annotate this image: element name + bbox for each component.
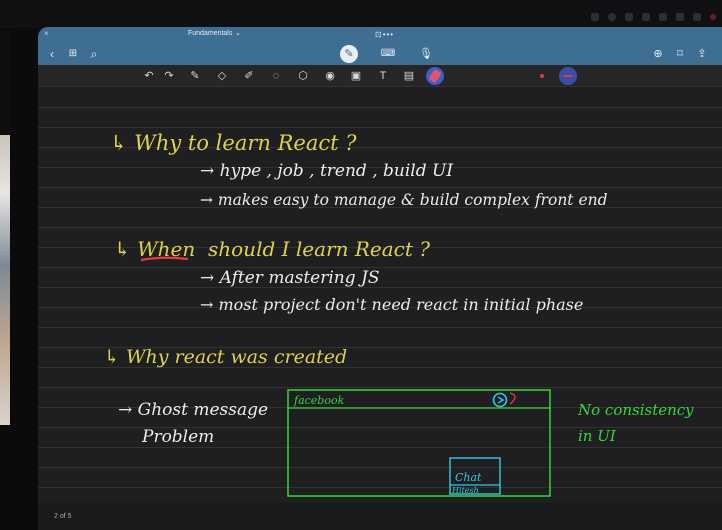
chat-label: Chat [455, 471, 482, 484]
webcam-overlay [0, 135, 10, 425]
window-handle-icon[interactable]: ⊡••• [375, 30, 394, 39]
search-icon[interactable]: ⌕ [86, 46, 102, 62]
cast-icon [642, 13, 650, 21]
undo-icon[interactable]: ↶ [142, 69, 156, 83]
notes-app-window: × Fundamentals ⌄ ⊡••• ‹ ⊞ ⌕ ✎ ⌨ 🎙 ⊕ ⌑ ⇪ … [38, 27, 722, 530]
document-title[interactable]: Fundamentals [188, 30, 232, 37]
side-note-2: in UI [578, 427, 617, 445]
shapes-icon[interactable]: ⬡ [296, 69, 310, 83]
bookmark-icon[interactable]: ⌑ [672, 46, 688, 62]
facebook-box-title: facebook [293, 394, 345, 407]
search-icon [659, 13, 667, 21]
status-icons [591, 13, 716, 21]
focus-icon [608, 13, 616, 21]
color-swatch-red[interactable] [540, 74, 544, 78]
text-icon[interactable]: T [376, 69, 390, 83]
battery-icon [693, 13, 701, 21]
page-indicator[interactable]: 2 of 5 [54, 513, 72, 520]
chat-name: Hitesh [451, 486, 479, 495]
record-icon [710, 14, 716, 20]
image-icon[interactable]: ▣ [349, 69, 363, 83]
note-line-7: ↳ Why react was created [104, 346, 347, 368]
note-line-5: → After mastering JS [200, 268, 379, 288]
keyboard-icon[interactable]: ⌨ [380, 46, 396, 62]
page-bar: 2 of 5 [38, 503, 722, 530]
system-status-bar [0, 0, 722, 28]
background-desktop [0, 30, 10, 135]
note-line-8: → Ghost message [118, 400, 268, 420]
note-canvas[interactable]: ↳ Why to learn React ? → hype , job , tr… [38, 88, 722, 503]
side-note-1: No consistency [577, 401, 694, 419]
close-icon[interactable]: × [44, 29, 49, 38]
add-page-icon[interactable]: ⊕ [650, 46, 666, 62]
highlighter-icon[interactable]: ✐ [242, 69, 256, 83]
laser-icon[interactable]: ◉ [323, 69, 337, 83]
title-bar: × Fundamentals ⌄ ⊡••• [38, 27, 722, 43]
grid-icon[interactable]: ⊞ [65, 46, 81, 62]
wifi-icon [676, 13, 684, 21]
lasso-icon[interactable]: ◌ [269, 69, 283, 83]
current-color-swatch[interactable] [559, 67, 577, 85]
notification-circle-icon [492, 392, 508, 408]
note-line-3: → makes easy to manage & build complex f… [200, 191, 608, 209]
mic-icon[interactable]: 🎙 [418, 46, 434, 62]
navigation-bar: ‹ ⊞ ⌕ ✎ ⌨ 🎙 ⊕ ⌑ ⇪ [38, 43, 722, 65]
drawing-toolbar: ↶ ↷ ✎ ◇ ✐ ◌ ⬡ ◉ ▣ T ▤ [38, 65, 722, 87]
sticker-icon[interactable]: ▤ [402, 69, 416, 83]
back-icon[interactable]: ‹ [44, 46, 60, 62]
notification-arrow-icon [497, 396, 505, 404]
note-line-9: Problem [141, 427, 214, 447]
eraser-icon[interactable]: ◇ [215, 69, 229, 83]
active-pen-icon[interactable] [426, 67, 444, 85]
control-icon [591, 13, 599, 21]
share-icon[interactable]: ⇪ [694, 46, 710, 62]
note-line-4b: should I learn React ? [208, 237, 430, 261]
screen-icon [625, 13, 633, 21]
note-line-2: → hype , job , trend , build UI [200, 161, 453, 181]
notification-badge-icon [509, 392, 516, 405]
redo-icon[interactable]: ↷ [162, 69, 176, 83]
chevron-down-icon[interactable]: ⌄ [235, 29, 241, 37]
pen-tool-icon[interactable]: ✎ [188, 69, 202, 83]
pen-icon[interactable]: ✎ [340, 45, 358, 63]
note-line-1: ↳ Why to learn React ? [110, 131, 357, 155]
note-line-6: → most project don't need react in initi… [200, 295, 583, 314]
handwriting-layer: ↳ Why to learn React ? → hype , job , tr… [104, 131, 694, 497]
